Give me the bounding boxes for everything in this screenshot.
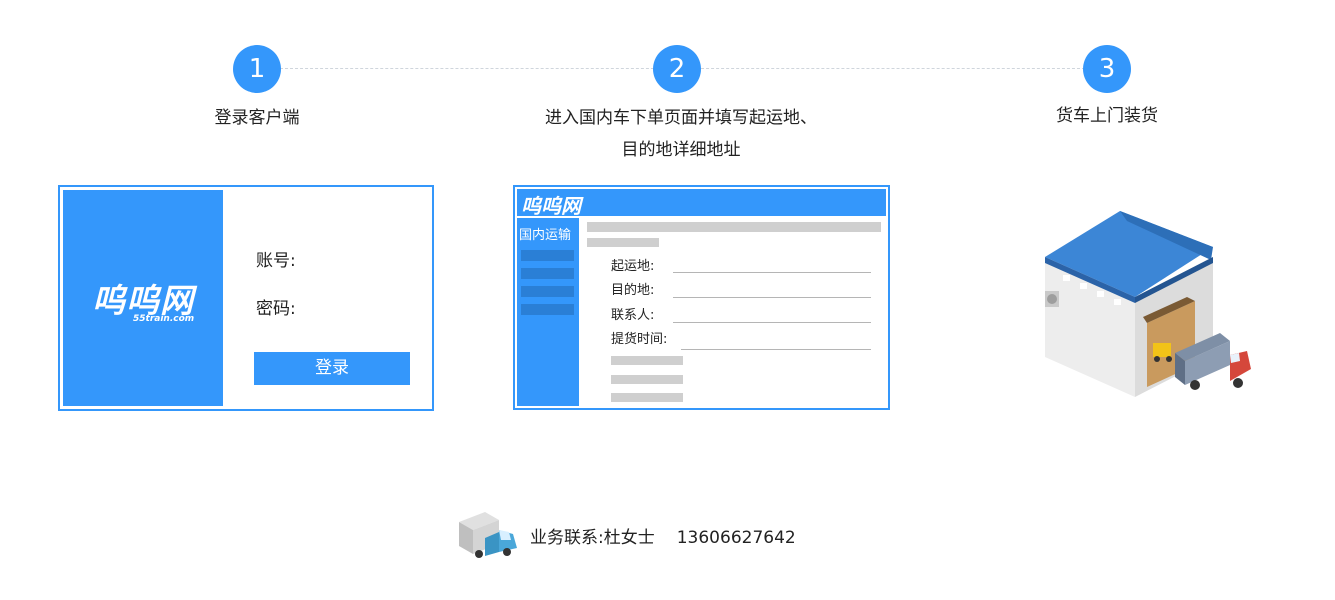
- contact-phone[interactable]: 13606627642: [677, 528, 796, 548]
- step-2-label-line2: 目的地详细地址: [621, 140, 741, 160]
- order-form-card: 呜呜网 国内运输 起运地: 目的地: 联系人: 提货时间:: [513, 185, 890, 410]
- placeholder-bar: [611, 375, 683, 384]
- contact-label: 业务联系:: [530, 528, 604, 548]
- sidebar-item-placeholder: [521, 286, 574, 297]
- placeholder-bar: [611, 356, 683, 365]
- step-2-label-line1: 进入国内车下单页面并填写起运地、: [545, 108, 817, 128]
- warehouse-icon: [1045, 211, 1251, 397]
- sidebar-item-placeholder: [521, 304, 574, 315]
- sidebar-item-placeholder: [521, 250, 574, 261]
- order-brand-logo: 呜呜网: [521, 194, 581, 218]
- step-1-label: 登录客户端: [214, 108, 300, 128]
- pickup-time-input[interactable]: [681, 349, 871, 350]
- order-sidebar: 国内运输: [517, 218, 579, 406]
- contact-person-input[interactable]: [673, 322, 871, 323]
- login-brand-panel: 呜呜网 55train.com: [63, 190, 223, 406]
- contact-name: 杜女士: [603, 528, 655, 548]
- brand-domain: 55train.com: [133, 314, 195, 324]
- destination-label: 目的地:: [611, 283, 655, 298]
- sidebar-item-placeholder: [521, 268, 574, 279]
- placeholder-bar: [611, 393, 683, 402]
- destination-input[interactable]: [673, 297, 871, 298]
- placeholder-bar: [587, 222, 881, 232]
- login-button[interactable]: 登录: [254, 352, 410, 385]
- login-card: 呜呜网 55train.com 账号: 密码: 登录: [58, 185, 434, 411]
- step-3-badge: 3: [1083, 45, 1131, 93]
- placeholder-bar: [587, 238, 659, 247]
- business-contact: 业务联系:杜女士 13606627642: [530, 523, 796, 548]
- contact-person-label: 联系人:: [611, 308, 655, 323]
- step-3-label: 货车上门装货: [1056, 106, 1158, 126]
- step-1-badge: 1: [233, 45, 281, 93]
- origin-input[interactable]: [673, 272, 871, 273]
- origin-label: 起运地:: [611, 259, 655, 274]
- pickup-time-label: 提货时间:: [611, 332, 668, 347]
- account-label: 账号:: [256, 251, 296, 271]
- sidebar-title: 国内运输: [519, 228, 572, 243]
- password-label: 密码:: [256, 299, 296, 319]
- order-header-bar: 呜呜网: [517, 189, 886, 218]
- delivery-truck-icon: [459, 512, 517, 558]
- step-2-badge: 2: [653, 45, 701, 93]
